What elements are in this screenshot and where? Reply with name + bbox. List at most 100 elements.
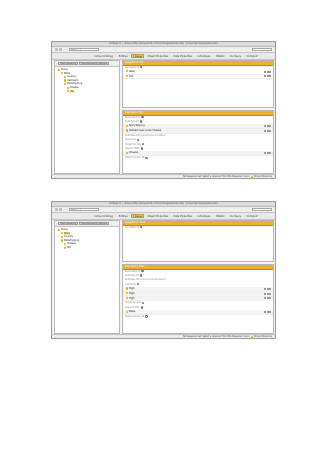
add-icon[interactable]: + xyxy=(139,274,142,277)
class-icon xyxy=(64,243,67,246)
tab-object-properties[interactable]: Object Properties xyxy=(145,54,170,58)
edit-icon[interactable] xyxy=(268,152,271,155)
tree-node[interactable]: Hot xyxy=(58,246,79,250)
description-panel: Description: Pizza Equivalent To + SubCla… xyxy=(122,264,274,334)
tab-class-hierarchy-inferred[interactable]: Class hierarchy (inferred) xyxy=(79,61,110,66)
nav-buttons xyxy=(55,48,67,51)
row-label: SubClass Of xyxy=(125,273,139,277)
class-icon xyxy=(64,79,67,82)
row-label: SubClass Of xyxy=(125,119,139,123)
tab-owlviz[interactable]: OWLViz xyxy=(213,54,226,58)
tab-active-ontology[interactable]: Active Ontology xyxy=(92,54,116,58)
back-icon[interactable] xyxy=(55,208,58,211)
class-icon xyxy=(126,129,129,132)
disjoint-union-row: Disjoint Union Of + xyxy=(123,315,273,319)
tab-ontograf[interactable]: OntoGraf xyxy=(244,214,260,218)
edit-icon[interactable] xyxy=(268,70,271,73)
edit-icon[interactable] xyxy=(268,129,271,132)
row-label: Disjoint With xyxy=(125,305,140,309)
add-icon[interactable]: + xyxy=(139,225,142,229)
ontology-selector[interactable]: Pizza (…) xyxy=(69,207,99,211)
item-label: Pizza xyxy=(128,310,136,314)
tree-node-label: Pizza xyxy=(63,231,71,235)
tab-ontograf[interactable]: OntoGraf xyxy=(244,54,260,58)
reasoner-status: No Reasoner set. Select a reasoner from … xyxy=(183,175,250,178)
edit-icon[interactable] xyxy=(268,75,271,78)
edit-icon[interactable] xyxy=(268,287,271,290)
add-icon[interactable]: + xyxy=(145,315,148,318)
edit-icon[interactable] xyxy=(268,125,271,128)
tab-bar: Active Ontology Entities Classes Object Pro… xyxy=(52,213,275,220)
tree-node[interactable]: Hot xyxy=(58,89,82,94)
row-label: Disjoint Union Of xyxy=(125,315,145,319)
row-label: Equivalent To xyxy=(125,115,141,119)
item-controls xyxy=(264,152,271,155)
add-icon[interactable]: + xyxy=(141,269,144,273)
row-label: Disjoint Union Of xyxy=(125,156,145,160)
annotations-panel: Annotations: Hot Annotations + label Hot xyxy=(122,60,274,108)
tab-data-properties[interactable]: Data Properties xyxy=(171,214,194,218)
tree-node-label: Hot xyxy=(66,245,72,249)
class-icon xyxy=(64,75,67,79)
tab-classes[interactable]: Classes xyxy=(130,213,145,218)
tab-individuals[interactable]: Individuals xyxy=(195,54,212,58)
tab-individuals[interactable]: Individuals xyxy=(195,214,212,218)
search-input[interactable] xyxy=(252,207,272,211)
item-controls xyxy=(264,129,271,132)
tab-classes[interactable]: Classes xyxy=(130,53,145,58)
tab-active-ontology[interactable]: Active Ontology xyxy=(92,214,116,218)
tab-owlviz[interactable]: OWLViz xyxy=(213,214,226,218)
tree-node-label: Thing xyxy=(60,68,68,71)
add-icon[interactable]: + xyxy=(140,306,143,309)
add-icon[interactable]: + xyxy=(141,115,144,119)
edit-icon[interactable] xyxy=(268,297,271,300)
search-input[interactable] xyxy=(252,47,272,51)
tab-entities[interactable]: Entities xyxy=(116,214,130,218)
tab-class-hierarchy-inferred[interactable]: Class hierarchy (inferred) xyxy=(79,221,110,226)
class-tree: Thing Pizza Country IceCream PizzaTopping Che… xyxy=(58,68,82,93)
class-icon xyxy=(64,83,67,86)
row-label: Instances xyxy=(125,138,136,142)
tab-entities[interactable]: Entities xyxy=(116,54,130,58)
add-icon[interactable]: + xyxy=(136,138,140,142)
back-icon[interactable] xyxy=(55,48,58,51)
class-hierarchy-pane: Class hierarchy Class hierarchy (inferre… xyxy=(54,60,120,174)
disjoint-union-row: Disjoint Union Of + xyxy=(123,156,273,160)
tab-object-properties[interactable]: Object Properties xyxy=(145,214,170,218)
show-inferences-label[interactable]: Show Inferences xyxy=(254,335,272,338)
add-icon[interactable]: + xyxy=(139,120,142,123)
edit-icon[interactable] xyxy=(268,311,271,314)
add-icon[interactable]: + xyxy=(136,282,140,286)
edit-icon[interactable] xyxy=(268,292,271,295)
tab-dl-query[interactable]: DL Query xyxy=(228,214,244,218)
ontology-selector[interactable]: Pizza (…) xyxy=(69,47,99,51)
tab-dl-query[interactable]: DL Query xyxy=(228,54,244,58)
add-icon[interactable]: + xyxy=(145,156,148,160)
item-controls xyxy=(264,287,271,290)
class-icon xyxy=(61,239,64,242)
class-tree: Thing Pizza Country PizzaTopping Cheese Hot xyxy=(58,228,79,250)
class-icon xyxy=(126,287,129,290)
forward-icon[interactable] xyxy=(59,208,62,211)
tree-node-label: IceCream xyxy=(66,78,79,82)
list-item[interactable]: Hot xyxy=(123,75,273,80)
item-controls xyxy=(264,70,271,73)
status-bar: No Reasoner set. Select a reasoner from … xyxy=(52,174,275,178)
hierarchy-tabs: Class hierarchy Class hierarchy (inferre… xyxy=(55,221,119,227)
tab-class-hierarchy[interactable]: Class hierarchy xyxy=(58,221,78,226)
add-icon[interactable]: + xyxy=(141,142,145,146)
add-icon[interactable]: + xyxy=(141,301,145,305)
forward-icon[interactable] xyxy=(59,48,62,51)
item-label: label xyxy=(128,69,135,73)
reasoner-status: No Reasoner set. Select a reasoner from … xyxy=(183,335,250,338)
tab-class-hierarchy[interactable]: Class hierarchy xyxy=(58,61,78,66)
class-icon xyxy=(64,246,67,249)
tab-data-properties[interactable]: Data Properties xyxy=(171,54,194,58)
show-inferences-label[interactable]: Show Inferences xyxy=(254,175,272,178)
add-icon[interactable]: + xyxy=(140,147,143,150)
row-label: Target for Key xyxy=(125,301,141,305)
item-controls xyxy=(264,311,271,314)
class-icon xyxy=(126,75,129,78)
item-label: SpicyTopping xyxy=(128,124,145,128)
add-icon[interactable]: + xyxy=(139,65,142,69)
